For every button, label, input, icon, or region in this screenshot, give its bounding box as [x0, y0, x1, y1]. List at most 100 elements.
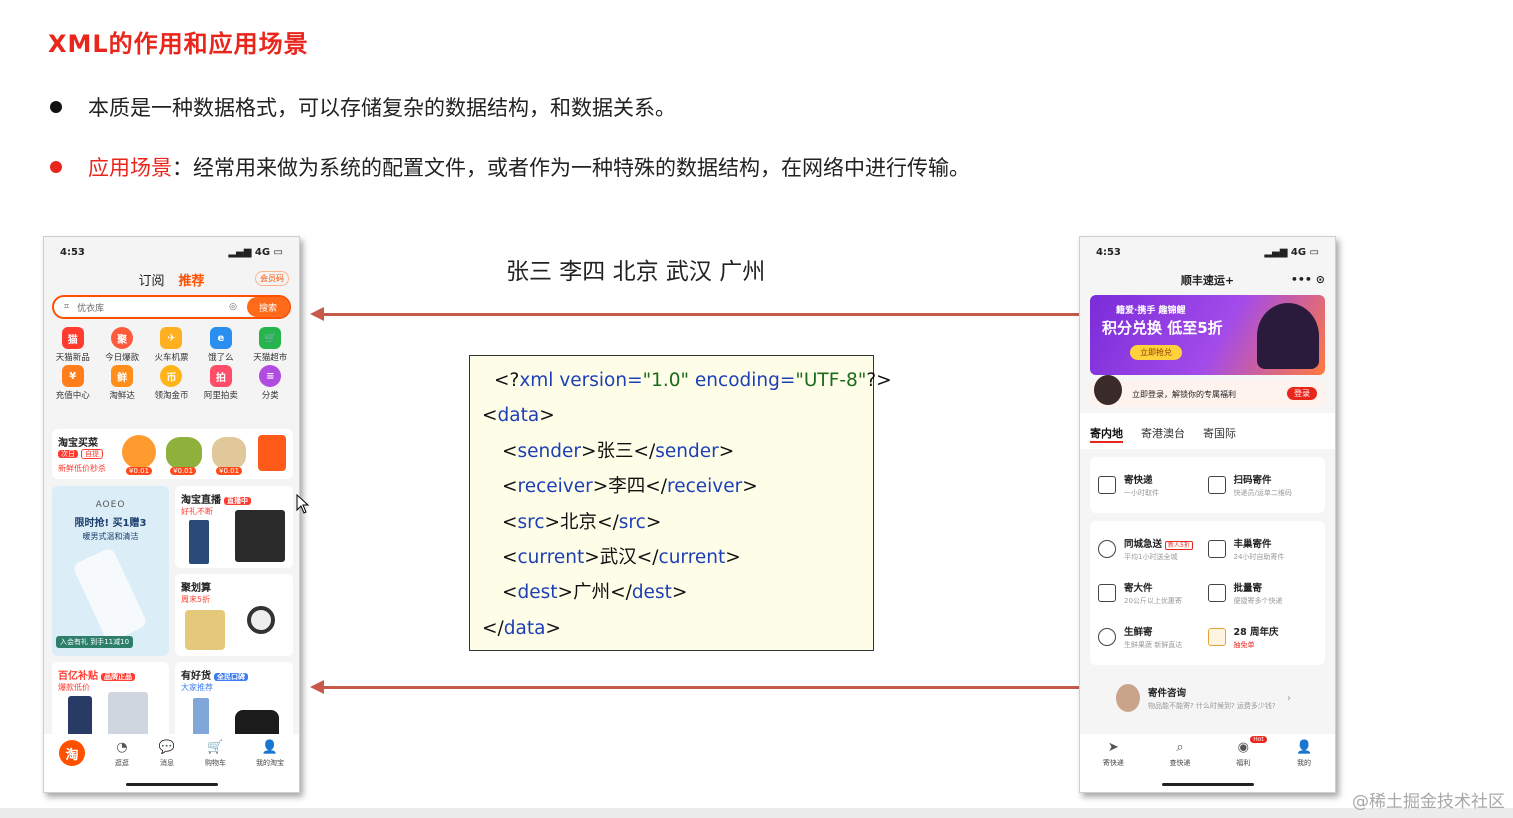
home-indicator [1161, 783, 1254, 786]
nav-home[interactable]: 淘 [58, 740, 85, 766]
nav-my-taobao[interactable]: 👤 我的淘宝 [256, 740, 284, 768]
bike-icon [1098, 628, 1116, 646]
grocery-card[interactable]: 淘宝买菜 次日 自提 新鲜低价秒杀 ¥0.01 ¥0.01 ¥0.01 [52, 429, 293, 479]
nav-send[interactable]: ➤ 寄快递 [1103, 740, 1124, 768]
shortcut-item[interactable]: 🛒 天猫超市 [246, 327, 295, 363]
tab-domestic[interactable]: 寄内地 [1090, 425, 1123, 443]
recharge-icon: ¥ [61, 365, 84, 387]
hot-badge: Hot [1250, 736, 1267, 743]
more-icon[interactable]: ••• ⊙ [1291, 273, 1325, 286]
search-button[interactable]: 搜索 [247, 297, 289, 317]
cleanser-ad[interactable]: AOEO 限时抢! 买1赠3 暖男式温和清洁 入会有礼 到手11减10 [52, 486, 169, 656]
status-bar: 4:53 ▂▄▆ 4G ▭ [1080, 237, 1335, 267]
truck-icon [1098, 584, 1116, 602]
goods-title: 有好货 [181, 671, 211, 682]
service-batch[interactable]: 批量寄 便捷寄多个快递 [1207, 580, 1318, 606]
bullet-essence-text: 本质是一种数据格式，可以存储复杂的数据结构，和数据关系。 [88, 96, 676, 120]
slide-title: XML的作用和应用场景 [48, 30, 309, 58]
member-code-badge[interactable]: 会员码 [255, 271, 289, 286]
live-title: 淘宝直播 [181, 495, 221, 506]
eleme-icon: e [209, 327, 232, 349]
shortcut-item[interactable]: ¥ 充值中心 [48, 365, 97, 401]
jeans-image [189, 520, 209, 564]
shortcut-item[interactable]: 币领淘金币 [147, 365, 196, 401]
stroll-icon: ◔ [116, 740, 128, 755]
orange-image [122, 435, 156, 469]
nav-track[interactable]: ⌕ 查快递 [1170, 740, 1191, 768]
subsidy-title: 百亿补贴 [58, 671, 98, 682]
banner-button[interactable]: 立即抢兑 [1130, 345, 1182, 360]
camera-icon[interactable]: ◎ [229, 302, 237, 312]
cart-icon: 🛒 [207, 740, 224, 755]
search-bar[interactable]: ⌗ 优衣库 ◎ 搜索 [52, 295, 291, 319]
gift-image [258, 435, 286, 471]
goods-sub: 大家推荐 [181, 683, 213, 692]
mango-image [166, 437, 202, 469]
service-send-express[interactable]: 寄快递 一小时取件 [1098, 472, 1208, 498]
nav-messages[interactable]: 💬 消息 [159, 740, 175, 768]
shortcut-item[interactable]: ✈ 火车机票 [147, 327, 196, 363]
shortcut-item[interactable]: 猫天猫新品 [48, 327, 97, 363]
coupon-icon [1207, 628, 1226, 646]
goods-tag: 全民口碑 [214, 673, 248, 681]
hot-deal-icon: 聚 [111, 327, 134, 349]
service-same-city[interactable]: 同城急送 新人5折 平均1小时送全城 [1098, 536, 1208, 562]
chevron-right-icon: › [1287, 692, 1291, 704]
consult-row[interactable]: 寄件咨询 物品能不能寄? 什么时候到? 运费多少钱? › [1090, 675, 1325, 721]
promo-banner[interactable]: 籍爱·携手 趣锦鲤 积分兑换 低至5折 立即抢兑 [1090, 295, 1325, 375]
auction-icon: 拍 [209, 365, 232, 387]
xml-field: <src>北京</src> [502, 511, 662, 533]
tmall-icon: 猫 [61, 327, 84, 349]
shortcut-item[interactable]: ≡ 分类 [246, 365, 295, 401]
nav-mine[interactable]: 👤 我的 [1296, 740, 1312, 768]
service-large-item[interactable]: 寄大件 20公斤以上优惠寄 [1098, 580, 1208, 606]
shortcut-item[interactable]: e 饿了么 [196, 327, 245, 363]
service-locker[interactable]: 丰巢寄件 24小时自助寄件 [1207, 536, 1318, 562]
nav-stroll[interactable]: ◔ 逛逛 [115, 740, 129, 768]
bullet-scenarios: 应用场景 ：经常用来做为系统的配置文件，或者作为一种特殊的数据结构，在网络中进行… [50, 152, 970, 182]
juhuasuan-title: 聚划算 [181, 583, 211, 594]
arrow-top [310, 307, 1086, 321]
service-fresh[interactable]: 生鲜寄 生鲜果蔬 新鲜直达 [1098, 624, 1208, 650]
home-indicator [125, 783, 218, 786]
fresh-icon: 鲜 [111, 365, 134, 387]
more-services: 同城急送 新人5折 平均1小时送全城 丰巢寄件 24小时自助寄件 寄大件 20公斤以上优… [1090, 521, 1325, 665]
tab-recommend[interactable]: 推荐 [179, 270, 205, 289]
nav-welfare[interactable]: Hot ◉ 福利 [1236, 736, 1267, 768]
app-header: 顺丰速运+ ••• ⊙ [1080, 267, 1335, 293]
login-button[interactable]: 登录 [1287, 387, 1317, 400]
tab-subscribe[interactable]: 订阅 [138, 270, 164, 289]
user-icon: 👤 [261, 740, 279, 755]
goods-card[interactable]: 有好货 全民口碑 大家推荐 [175, 662, 293, 742]
xml-root-open: <data> [482, 405, 555, 427]
search-placeholder: 优衣库 [77, 303, 105, 314]
banner-line2: 积分兑换 低至5折 [1102, 319, 1223, 337]
login-text: 立即登录，解锁你的专属福利 [1132, 389, 1236, 399]
scan-icon[interactable]: ⌗ [64, 302, 69, 312]
shortcut-item[interactable]: 拍阿里拍卖 [196, 365, 245, 401]
shoes-image [235, 710, 279, 736]
mascot-image [1257, 303, 1319, 369]
coin-icon: 币 [160, 365, 183, 387]
xml-field: <dest>广州</dest> [502, 582, 688, 604]
nav-cart[interactable]: 🛒 购物车 [205, 740, 226, 768]
live-card[interactable]: 淘宝直播 直播中 好礼不断 [175, 486, 293, 568]
service-scan-send[interactable]: 扫码寄件 快递员/运单二维码 [1207, 472, 1318, 498]
taobao-phone-screenshot: 4:53 ▂▄▆ 4G ▭ 订阅 推荐 会员码 ⌗ 优衣库 ◎ 搜索 猫天猫新品… [43, 236, 300, 793]
subsidy-card[interactable]: 百亿补贴 品牌正品 爆款低价 [52, 662, 169, 742]
login-prompt[interactable]: 立即登录，解锁你的专属福利 登录 [1090, 375, 1325, 407]
shortcut-item[interactable]: 聚今日爆款 [97, 327, 146, 363]
batch-icon [1207, 584, 1226, 602]
xml-field: <receiver>李四</receiver> [502, 476, 758, 498]
shortcut-item[interactable]: 鲜淘鲜达 [97, 365, 146, 401]
grocery-sub: 新鲜低价秒杀 [58, 464, 106, 473]
juhuasuan-card[interactable]: 聚划算 周末5折 [175, 574, 293, 656]
tab-hk-macau-tw[interactable]: 寄港澳台 [1141, 425, 1185, 449]
gift-icon: ◉ [1237, 740, 1249, 755]
arrow-bottom [310, 680, 1086, 694]
live-sub: 好礼不断 [181, 507, 213, 516]
tab-international[interactable]: 寄国际 [1203, 425, 1236, 449]
category-icon: ≡ [259, 365, 282, 387]
eggs-image [212, 437, 246, 469]
service-anniversary[interactable]: 28 周年庆 抽免单 [1207, 624, 1318, 650]
